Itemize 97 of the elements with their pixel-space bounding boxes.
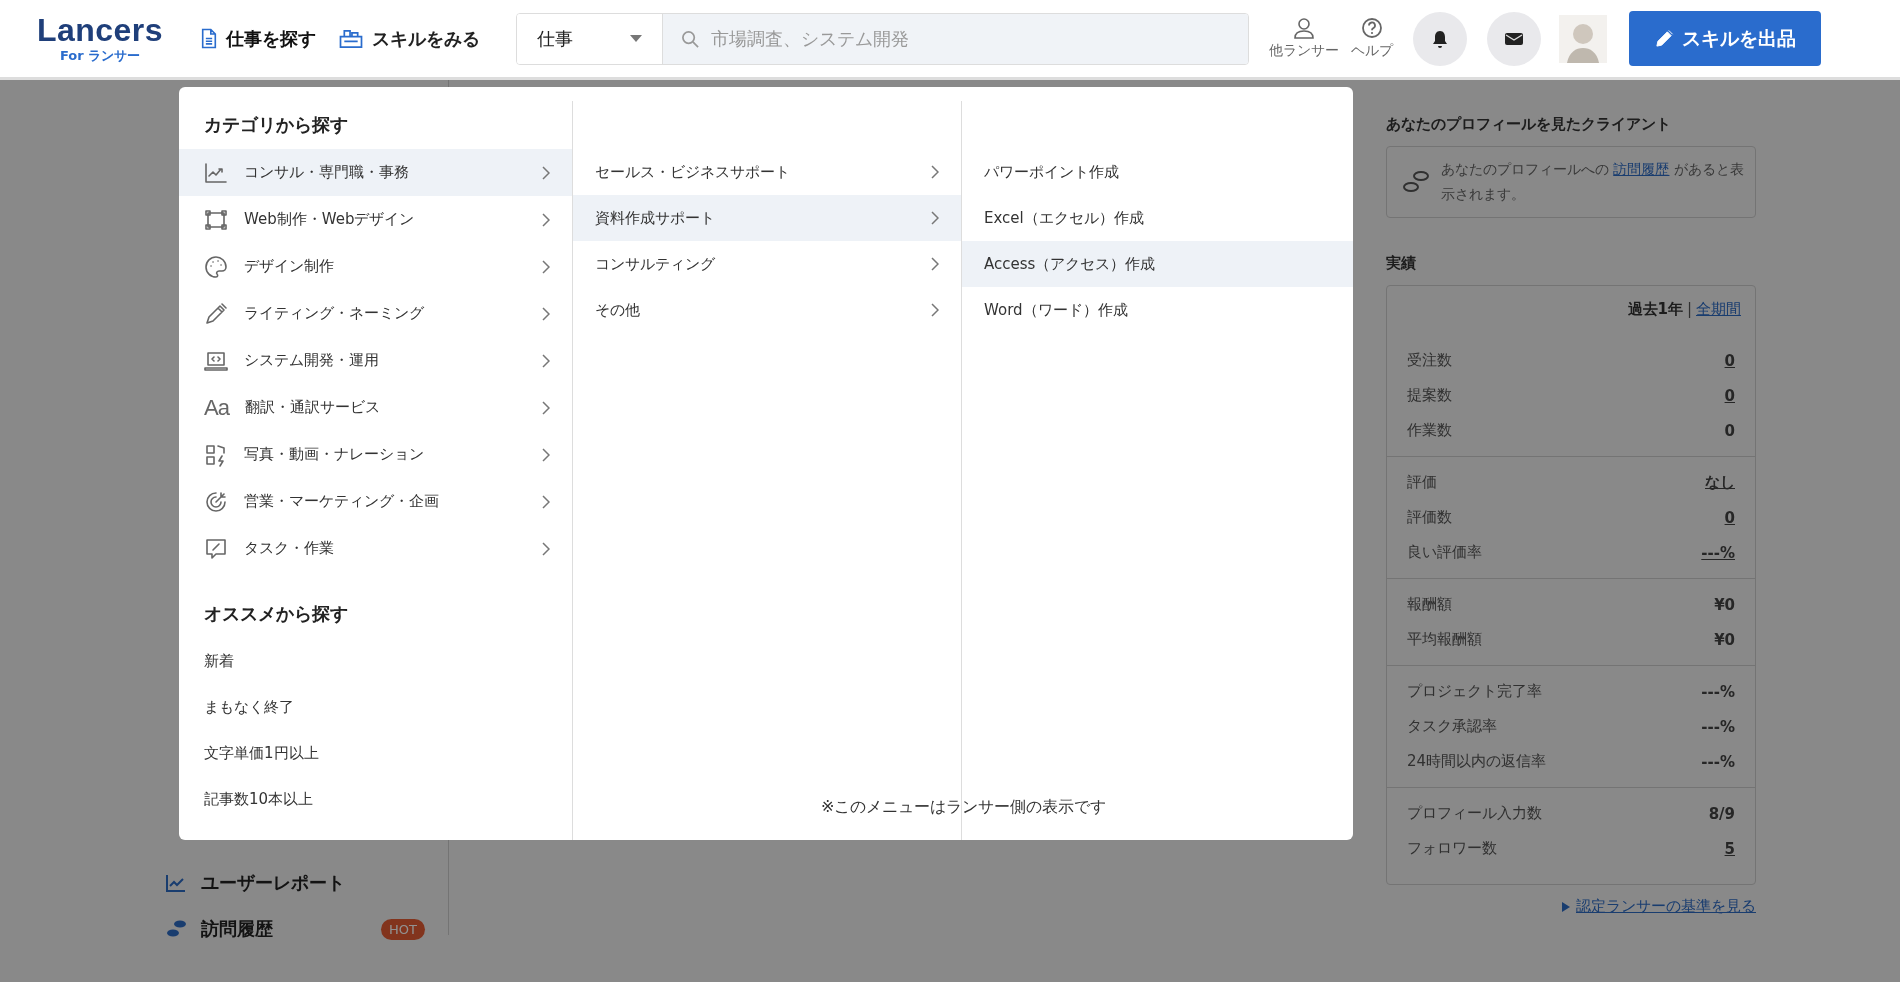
chevron-right-icon	[542, 447, 550, 462]
stat-value: 0	[1724, 421, 1735, 440]
stat-value: ---%	[1701, 682, 1735, 701]
media-icon	[204, 442, 228, 467]
stat-value-link[interactable]: 0	[1724, 351, 1735, 370]
stat-value-link[interactable]: なし	[1705, 473, 1735, 492]
stat-label: タスク承認率	[1407, 717, 1497, 736]
section-heading: 実績	[1386, 254, 1417, 273]
target-icon	[204, 489, 228, 514]
stat-label: 報酬額	[1407, 595, 1452, 614]
category-item[interactable]: デザイン制作	[179, 243, 572, 290]
stat-value-link[interactable]: ---%	[1701, 543, 1735, 562]
stat-label: 平均報酬額	[1407, 630, 1482, 649]
category-item[interactable]: ライティング・ネーミング	[179, 290, 572, 337]
stat-value-link[interactable]: 0	[1724, 508, 1735, 527]
task-icon	[204, 536, 228, 561]
category-item[interactable]: Aa 翻訳・通訳サービス	[179, 384, 572, 431]
hot-badge: HOT	[381, 918, 425, 940]
utility-link[interactable]: ヘルプ	[1351, 17, 1393, 60]
stat-label: 受注数	[1407, 351, 1452, 370]
basket-icon	[338, 28, 364, 49]
stat-value: ¥0	[1714, 630, 1735, 649]
person-icon	[1293, 17, 1315, 39]
stat-value: 8/9	[1708, 804, 1735, 823]
utility-link[interactable]: 他ランサー	[1269, 17, 1339, 60]
recommended-item[interactable]: まもなく終了	[179, 684, 572, 730]
stat-value: ---%	[1701, 752, 1735, 771]
chevron-right-icon	[542, 400, 550, 415]
footprint-icon	[165, 919, 187, 939]
triangle-icon	[1562, 901, 1570, 912]
chevron-right-icon	[542, 165, 550, 180]
category-item[interactable]: コンサル・専門職・事務	[179, 149, 572, 196]
translation-icon: Aa	[204, 395, 229, 420]
help-icon	[1361, 17, 1383, 39]
chevron-right-icon	[542, 541, 550, 556]
recommended-item[interactable]: 記事数10本以上	[179, 776, 572, 822]
sidebar-item[interactable]: 訪問履歴 HOT	[165, 906, 425, 952]
stat-label: 提案数	[1407, 386, 1452, 405]
logo-subtitle: For ランサー	[59, 46, 141, 65]
subcategory-item[interactable]: コンサルティング	[573, 241, 961, 287]
chevron-right-icon	[931, 303, 939, 317]
subcategory-item[interactable]: その他	[573, 287, 961, 333]
menu-item[interactable]: Access（アクセス）作成	[962, 241, 1353, 287]
chevron-right-icon	[542, 306, 550, 321]
recommended-item[interactable]: 文字単価1円以上	[179, 730, 572, 776]
bell-icon	[1430, 28, 1450, 49]
stat-label: 作業数	[1407, 421, 1452, 440]
menu-item[interactable]: Excel（エクセル）作成	[962, 195, 1353, 241]
chevron-right-icon	[931, 257, 939, 271]
chevron-right-icon	[542, 494, 550, 509]
period-label: 過去1年	[1627, 300, 1683, 319]
category-item[interactable]: 営業・マーケティング・企画	[179, 478, 572, 525]
document-icon	[200, 28, 218, 49]
subcategory-item[interactable]: セールス・ビジネスサポート	[573, 149, 961, 195]
category-item[interactable]: 写真・動画・ナレーション	[179, 431, 572, 478]
nav-link[interactable]: スキルをみる	[338, 26, 480, 51]
stat-label: フォロワー数	[1407, 839, 1497, 858]
chevron-right-icon	[931, 165, 939, 179]
menu-note: ※このメニューはランサー側の表示です	[821, 797, 1107, 818]
separator: |	[1686, 300, 1692, 319]
pen-icon	[204, 301, 228, 326]
web-icon	[204, 207, 228, 232]
menu-item[interactable]: Word（ワード）作成	[962, 287, 1353, 333]
recommended-item[interactable]: 新着	[179, 638, 572, 684]
chart-icon	[165, 873, 187, 893]
chevron-right-icon	[931, 211, 939, 225]
menu-item[interactable]: パワーポイント作成	[962, 149, 1353, 195]
nav-link[interactable]: 仕事を探す	[200, 26, 316, 51]
stat-value-link[interactable]: 0	[1724, 386, 1735, 405]
stat-value-link[interactable]: 5	[1724, 839, 1735, 858]
menu-heading: カテゴリから探す	[203, 113, 349, 137]
stat-value: ¥0	[1714, 595, 1735, 614]
chevron-right-icon	[542, 212, 550, 227]
pencil-icon	[1654, 29, 1674, 48]
stat-label: 24時間以内の返信率	[1407, 752, 1547, 771]
chevron-right-icon	[542, 259, 550, 274]
stat-label: プロジェクト完了率	[1407, 682, 1542, 701]
palette-icon	[204, 254, 228, 279]
notifications-button[interactable]	[1413, 11, 1467, 66]
post-skill-button[interactable]: スキルを出品	[1629, 11, 1821, 66]
stat-label: プロフィール入力数	[1407, 804, 1542, 823]
subcategory-item[interactable]: 資料作成サポート	[573, 195, 961, 241]
chevron-right-icon	[542, 353, 550, 368]
stat-label: 評価数	[1407, 508, 1452, 527]
chart-icon	[204, 160, 228, 185]
menu-heading: オススメから探す	[203, 602, 349, 626]
sidebar-item[interactable]: ユーザーレポート	[165, 860, 425, 906]
section-heading: あなたのプロフィールを見たクライアント	[1386, 115, 1672, 134]
stat-value: ---%	[1701, 717, 1735, 736]
category-item[interactable]: システム開発・運用	[179, 337, 572, 384]
category-item[interactable]: タスク・作業	[179, 525, 572, 572]
info-text: あなたのプロフィールへの 訪問履歴 があると表示されます。	[1441, 160, 1745, 204]
footprint-icon	[1401, 169, 1431, 195]
stat-label: 評価	[1407, 473, 1437, 492]
stat-label: 良い評価率	[1407, 543, 1482, 562]
category-item[interactable]: Web制作・Webデザイン	[179, 196, 572, 243]
logo[interactable]: Lancers	[36, 12, 164, 47]
